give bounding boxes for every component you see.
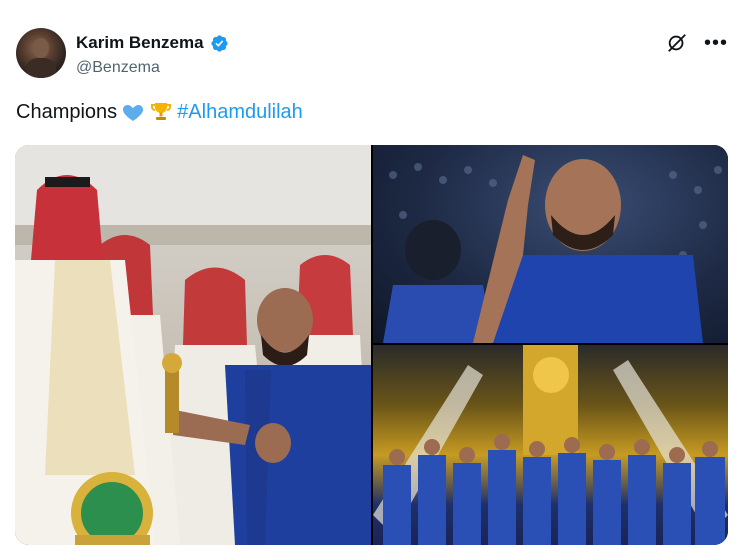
tweet-body-text: Champions	[16, 100, 118, 123]
author-name[interactable]: Karim Benzema	[76, 33, 204, 53]
blue-heart-emoji	[123, 105, 144, 121]
hashtag-link[interactable]: #Alhamdulilah	[177, 101, 303, 124]
grok-icon[interactable]	[666, 32, 688, 54]
trophy-presentation-photo[interactable]	[15, 145, 371, 545]
tweet-text: Champions #Alhamdulilah	[16, 100, 303, 124]
avatar[interactable]	[16, 28, 66, 78]
more-options-icon[interactable]: •••	[704, 33, 728, 53]
benzema-celebrating-photo[interactable]	[373, 145, 728, 343]
author-handle[interactable]: @Benzema	[76, 59, 160, 77]
verified-badge-icon	[210, 34, 228, 52]
media-grid[interactable]	[15, 145, 728, 545]
trophy-emoji	[151, 103, 172, 120]
team-celebration-photo[interactable]	[373, 345, 728, 545]
author-name-row[interactable]: Karim Benzema	[76, 33, 229, 53]
